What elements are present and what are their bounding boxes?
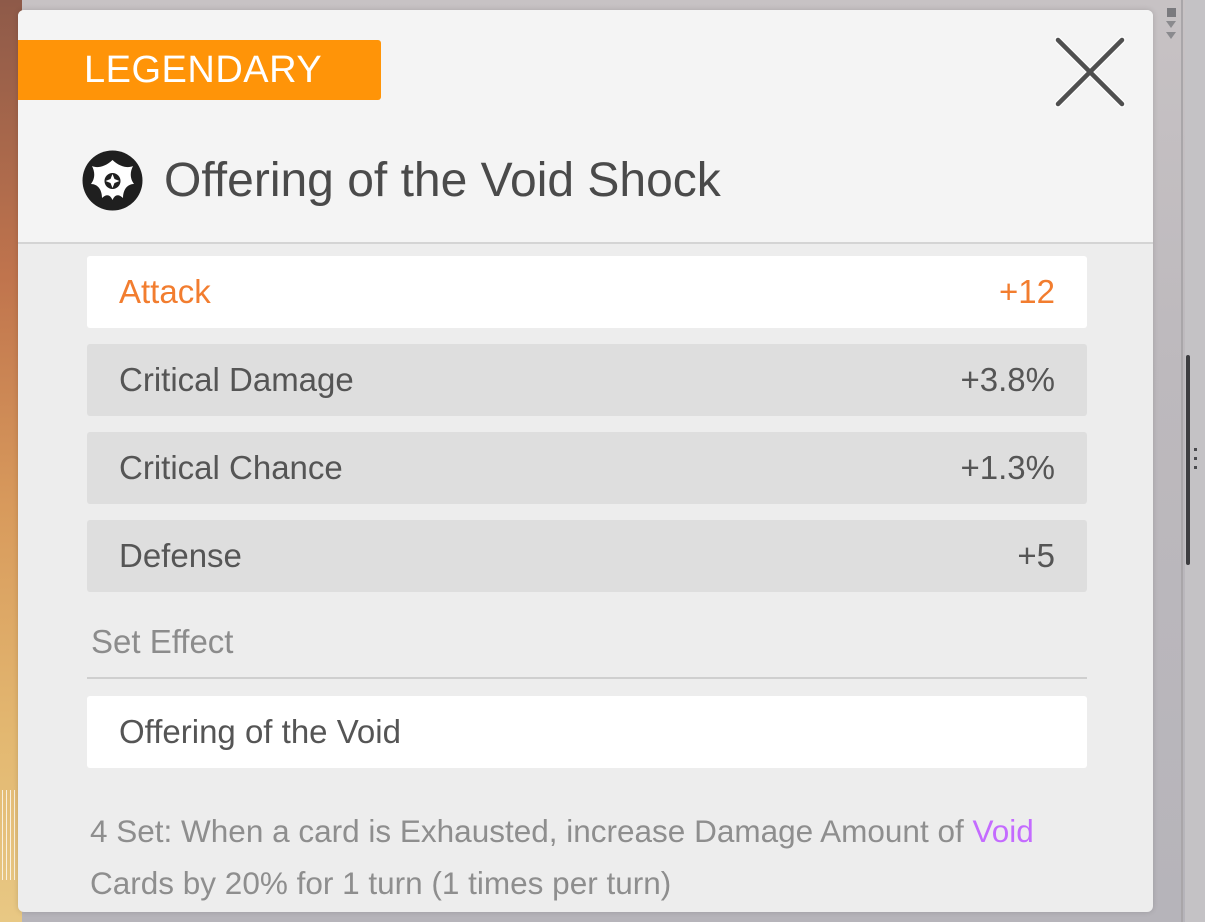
set-effect-heading: Set Effect: [91, 623, 234, 660]
void-keyword[interactable]: Void: [972, 813, 1033, 849]
stat-row-defense: Defense +5: [87, 520, 1087, 592]
resize-grip-icon[interactable]: [1194, 448, 1197, 474]
stat-row-critical-damage: Critical Damage +3.8%: [87, 344, 1087, 416]
stat-row-attack: Attack +12: [87, 256, 1087, 328]
arrow-down-icon[interactable]: [1166, 32, 1176, 39]
scrollbar-thumb[interactable]: [1186, 355, 1190, 565]
rarity-badge: LEGENDARY: [18, 40, 381, 100]
stat-value: +5: [1017, 537, 1055, 574]
section-divider: [87, 677, 1087, 679]
void-sigil-icon: [82, 150, 143, 211]
stat-label: Critical Chance: [119, 449, 343, 486]
scroll-controls[interactable]: [1164, 8, 1178, 54]
arrow-down-icon[interactable]: [1166, 21, 1176, 28]
stat-label: Critical Damage: [119, 361, 354, 398]
background-stripes: [2, 790, 18, 880]
set-effect-description: 4 Set: When a card is Exhausted, increas…: [90, 805, 1090, 909]
stop-icon[interactable]: [1166, 8, 1176, 17]
set-effect-name: Offering of the Void: [87, 696, 1087, 768]
stat-label: Attack: [119, 273, 211, 310]
dialog-header: LEGENDARY Offering of the Void Shock: [18, 10, 1153, 244]
window-divider: [1181, 0, 1183, 922]
item-title: Offering of the Void Shock: [164, 154, 721, 207]
close-button[interactable]: [1050, 32, 1130, 112]
stat-row-critical-chance: Critical Chance +1.3%: [87, 432, 1087, 504]
stat-value: +1.3%: [960, 449, 1056, 486]
item-detail-dialog: LEGENDARY Offering of the Void Shock Att…: [18, 10, 1153, 912]
stat-value: +3.8%: [960, 361, 1056, 398]
stat-label: Defense: [119, 537, 242, 574]
set-desc-text: Cards by 20% for 1 turn (1 times per tur…: [90, 865, 672, 901]
close-x-icon: [1054, 36, 1126, 108]
set-desc-text: 4 Set: When a card is Exhausted, increas…: [90, 813, 973, 849]
stat-value: +12: [999, 273, 1055, 310]
